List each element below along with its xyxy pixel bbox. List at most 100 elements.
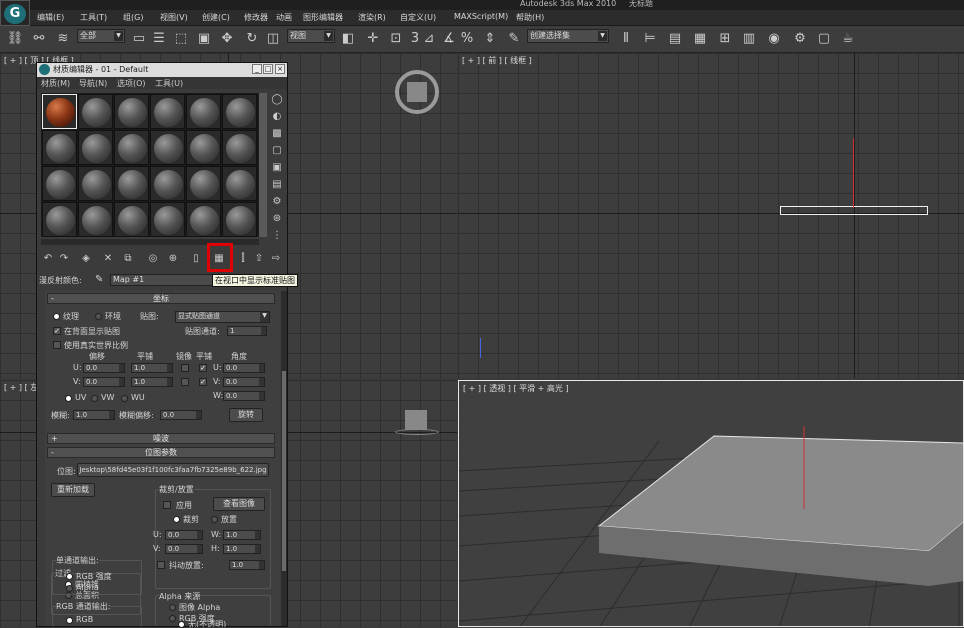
blur-spinner[interactable]: 1.0 xyxy=(73,410,115,420)
mono-rgb-radio[interactable] xyxy=(66,573,73,580)
map-name-field[interactable]: Map #1 xyxy=(110,274,215,286)
crop-w-spinner[interactable]: 1.0 xyxy=(223,530,261,540)
u-angle-spinner[interactable]: 0.0 xyxy=(223,363,265,373)
menu-graph-editors[interactable]: 图形编辑器 xyxy=(303,12,343,23)
window-crossing-icon[interactable]: ▣ xyxy=(195,30,213,48)
material-slot[interactable] xyxy=(114,166,149,201)
material-slot[interactable] xyxy=(42,166,77,201)
put-to-scene-icon[interactable]: ↷ xyxy=(57,252,71,266)
angle-snap-icon[interactable]: ∡ xyxy=(440,30,458,48)
material-slot[interactable] xyxy=(222,94,257,129)
uv-radio[interactable] xyxy=(65,395,72,402)
viewcube[interactable] xyxy=(405,410,427,430)
menu-views[interactable]: 视图(V) xyxy=(160,12,188,23)
material-slot[interactable] xyxy=(78,130,113,165)
make-unique-icon[interactable]: ◎ xyxy=(146,252,160,266)
assign-material-icon[interactable]: ◈ xyxy=(79,252,93,266)
slots-scrollbar[interactable] xyxy=(259,93,267,237)
material-slot[interactable] xyxy=(186,130,221,165)
material-slot[interactable] xyxy=(42,94,77,129)
material-effects-icon[interactable]: ▯ xyxy=(189,252,203,266)
bitmap-path-button[interactable]: Jesktop\58fd45e03f1f100fc3faa7fb7325e89b… xyxy=(77,463,269,477)
viewport-front-label[interactable]: [ + ] [ 前 ] [ 线框 ] xyxy=(462,55,532,66)
move-icon[interactable]: ✥ xyxy=(218,30,236,48)
material-slot[interactable] xyxy=(222,202,257,237)
menu-maxscript[interactable]: MAXScript(M) xyxy=(454,12,508,21)
u-mirror-checkbox[interactable] xyxy=(181,364,189,372)
material-slot[interactable] xyxy=(114,202,149,237)
select-object-icon[interactable]: ▭ xyxy=(130,30,148,48)
pick-icon[interactable]: ✎ xyxy=(95,274,103,285)
options-icon[interactable]: ⚙ xyxy=(270,195,284,209)
material-slot[interactable] xyxy=(150,166,185,201)
alpha-image-radio[interactable] xyxy=(169,604,176,611)
place-radio[interactable] xyxy=(211,516,218,523)
snap-toggle[interactable]: 3 xyxy=(410,30,420,48)
material-slot[interactable] xyxy=(186,202,221,237)
percent-snap-icon[interactable]: % xyxy=(458,30,476,48)
viewcube[interactable] xyxy=(407,82,427,102)
pivot-icon[interactable]: ◧ xyxy=(339,30,357,48)
map-channel-spinner[interactable]: 1 xyxy=(227,326,267,336)
crop-h-spinner[interactable]: 1.0 xyxy=(223,544,261,554)
get-material-icon[interactable]: ↶ xyxy=(41,252,55,266)
minimize-button[interactable]: _ xyxy=(252,64,262,74)
curve-editor-icon[interactable]: ⊞ xyxy=(716,30,734,48)
viewport-front[interactable]: [ + ] [ 前 ] [ 线框 ] xyxy=(458,53,964,378)
menu-options[interactable]: 选项(O) xyxy=(117,78,146,89)
copy-material-icon[interactable]: ⧉ xyxy=(121,252,135,266)
named-selection-dropdown[interactable]: 创建选择集 ▼ xyxy=(527,29,609,43)
u-offset-spinner[interactable]: 0.0 xyxy=(83,363,125,373)
select-by-material-icon[interactable]: ⊛ xyxy=(270,212,284,226)
menu-rendering[interactable]: 渲染(R) xyxy=(358,12,386,23)
material-slot[interactable] xyxy=(42,202,77,237)
vw-radio[interactable] xyxy=(91,395,98,402)
menu-utilities[interactable]: 工具(U) xyxy=(155,78,183,89)
selection-filter-dropdown[interactable]: 全部 ▼ xyxy=(77,29,125,43)
jitter-spinner[interactable]: 1.0 xyxy=(229,560,265,570)
menu-material[interactable]: 材质(M) xyxy=(41,78,70,89)
menu-edit[interactable]: 编辑(E) xyxy=(37,12,64,23)
reference-coord-dropdown[interactable]: 视图 ▼ xyxy=(287,29,335,43)
u-tile-checkbox[interactable]: ✓ xyxy=(199,364,207,372)
video-color-icon[interactable]: ▣ xyxy=(270,161,284,175)
background-icon[interactable]: ▩ xyxy=(270,127,284,141)
noise-rollout-header[interactable]: + 噪波 xyxy=(47,433,275,444)
layer-manager-icon[interactable]: ▤ xyxy=(666,30,684,48)
v-tile-checkbox[interactable]: ✓ xyxy=(199,378,207,386)
environ-radio[interactable] xyxy=(95,313,102,320)
sample-type-icon[interactable]: ◯ xyxy=(270,93,284,107)
close-button[interactable]: × xyxy=(275,64,285,74)
show-map-on-back-checkbox[interactable]: ✓ xyxy=(53,327,61,335)
render-icon[interactable]: ☕ xyxy=(839,30,857,48)
reset-map-icon[interactable]: ✕ xyxy=(101,252,115,266)
schematic-view-icon[interactable]: ▥ xyxy=(740,30,758,48)
snap-icon[interactable]: ⊿ xyxy=(420,30,438,48)
rect-region-icon[interactable]: ⬚ xyxy=(172,30,190,48)
coordinates-rollout-header[interactable]: - 坐标 xyxy=(47,293,275,304)
viewcube-ring[interactable] xyxy=(395,429,439,435)
menu-group[interactable]: 组(G) xyxy=(123,12,143,23)
menu-help[interactable]: 帮助(H) xyxy=(516,12,544,23)
material-slot[interactable] xyxy=(150,130,185,165)
go-forward-sibling-icon[interactable]: ⇨ xyxy=(269,252,283,266)
bind-space-warp-icon[interactable]: ≋ xyxy=(54,30,72,48)
bitmap-params-rollout-header[interactable]: - 位图参数 xyxy=(47,447,275,458)
crop-radio[interactable] xyxy=(173,516,180,523)
menu-tools[interactable]: 工具(T) xyxy=(80,12,107,23)
align-icon[interactable]: ⊨ xyxy=(641,30,659,48)
panel-scroll-thumb[interactable] xyxy=(282,371,286,571)
apply-checkbox[interactable] xyxy=(163,501,171,509)
backlight-icon[interactable]: ◐ xyxy=(270,110,284,124)
scale-icon[interactable]: ◫ xyxy=(264,30,282,48)
put-to-library-icon[interactable]: ⊕ xyxy=(166,252,180,266)
material-editor-icon[interactable]: ◉ xyxy=(765,30,783,48)
uv-tiling-icon[interactable]: ▢ xyxy=(270,144,284,158)
jitter-checkbox[interactable] xyxy=(157,561,165,569)
material-slot[interactable] xyxy=(222,166,257,201)
material-map-navigator-icon[interactable]: ⋮ xyxy=(270,229,284,243)
keyboard-shortcut-icon[interactable]: ⊡ xyxy=(387,30,405,48)
maximize-button[interactable]: □ xyxy=(263,64,273,74)
material-slot[interactable] xyxy=(186,94,221,129)
material-editor-titlebar[interactable]: 材质编辑器 - 01 - Default _ □ × xyxy=(37,63,287,77)
